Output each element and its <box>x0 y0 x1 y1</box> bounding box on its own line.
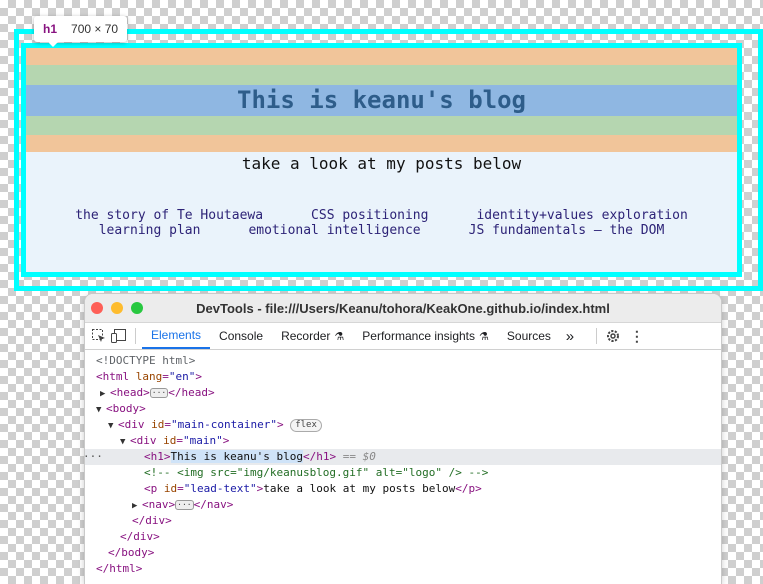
lead-text: take a look at my posts below <box>241 154 522 173</box>
attr-value: "en" <box>168 370 196 383</box>
main-container: This is keanu's blog take a look at my p… <box>21 43 742 277</box>
dom-line[interactable]: <html lang="en"> <box>85 369 721 385</box>
dom-line[interactable]: ▶ <head> ··· </head> <box>85 385 721 401</box>
nav-link[interactable]: emotional intelligence <box>248 223 420 238</box>
tag-text: </nav> <box>193 498 234 511</box>
tag-text: </p> <box>455 482 482 495</box>
device-toolbar-icon[interactable] <box>109 326 129 346</box>
dom-line[interactable]: ▶ <nav> ··· </nav> <box>85 497 721 513</box>
doctype-text: <!DOCTYPE html> <box>96 354 196 367</box>
dom-line[interactable]: </div> <box>85 513 721 529</box>
attr-name: id <box>151 418 165 431</box>
nav-link[interactable]: JS fundamentals – the DOM <box>469 223 665 238</box>
devtools-window: DevTools - file:///Users/Keanu/tohora/Ke… <box>85 294 721 584</box>
comment-text: <!-- <img src="img/keanusblog.gif" alt="… <box>144 466 489 479</box>
tab-recorder[interactable]: Recorder ⚗ <box>272 323 353 349</box>
dom-line[interactable]: <!DOCTYPE html> <box>85 353 721 369</box>
margin-band <box>26 135 737 152</box>
attr-name: id <box>163 434 177 447</box>
expand-triangle-icon[interactable]: ▶ <box>100 386 110 402</box>
tab-elements[interactable]: Elements <box>142 323 211 349</box>
tooltip-tag: h1 <box>43 22 58 36</box>
dom-line-selected[interactable]: ··· <h1>This is keanu's blog</h1> == $0 <box>85 449 721 465</box>
devtools-toolbar: Elements Console Recorder ⚗ Performance i… <box>85 323 721 350</box>
tag-text: </body> <box>108 546 155 559</box>
attr-value: "lead-text" <box>183 482 257 495</box>
tab-performance-insights[interactable]: Performance insights ⚗ <box>353 323 498 349</box>
more-options-icon[interactable]: ⋮ <box>627 326 647 346</box>
dom-line[interactable]: <p id="lead-text">take a look at my post… <box>85 481 721 497</box>
dom-line[interactable]: ▼ <div id="main-container"> flex <box>85 417 721 433</box>
chevron-double-right-icon[interactable]: » <box>560 326 580 346</box>
tooltip-dimensions: 700 × 70 <box>71 22 119 36</box>
tag-text: </div> <box>132 514 172 527</box>
tag-text: <html <box>96 370 130 383</box>
inspect-element-icon[interactable] <box>89 326 109 346</box>
dom-line[interactable]: </html> <box>85 561 721 577</box>
padding-band <box>26 116 737 135</box>
devtools-titlebar: DevTools - file:///Users/Keanu/tohora/Ke… <box>85 294 721 323</box>
tab-label: Performance insights <box>362 329 476 343</box>
ellipsis-badge[interactable]: ··· <box>175 500 194 510</box>
dom-line[interactable]: ▼ <body> <box>85 401 721 417</box>
tag-text: </html> <box>96 562 143 575</box>
collapse-triangle-icon[interactable]: ▼ <box>96 402 106 418</box>
window-title: DevTools - file:///Users/Keanu/tohora/Ke… <box>196 300 610 316</box>
expand-triangle-icon[interactable]: ▶ <box>132 498 142 514</box>
minimize-window-button[interactable] <box>111 302 123 314</box>
maximize-window-button[interactable] <box>131 302 143 314</box>
nav-link[interactable]: identity+values exploration <box>476 208 687 223</box>
tag-text: </head> <box>168 386 215 399</box>
tab-label: Recorder <box>281 329 331 343</box>
collapse-triangle-icon[interactable]: ▼ <box>108 418 118 434</box>
toolbar-divider <box>135 328 136 344</box>
page-heading: This is keanu's blog <box>237 86 526 114</box>
node-text: take a look at my posts below <box>263 482 456 495</box>
nav-link[interactable]: CSS positioning <box>311 208 428 223</box>
dom-line[interactable]: </div> <box>85 529 721 545</box>
selected-marker: == $0 <box>342 450 376 463</box>
tag-text: <div <box>118 418 145 431</box>
inspect-tooltip: h1 700 × 70 <box>34 16 128 42</box>
blog-nav: the story of Te Houtaewa CSS positioning… <box>26 208 737 238</box>
collapse-triangle-icon[interactable]: ▼ <box>120 434 130 450</box>
padding-band <box>26 65 737 85</box>
dom-line[interactable]: ▼ <div id="main"> <box>85 433 721 449</box>
tag-text: </div> <box>120 530 160 543</box>
tag-text: <head> <box>110 386 150 399</box>
attr-name: id <box>163 482 178 495</box>
gear-icon[interactable] <box>603 326 623 346</box>
ellipsis-badge[interactable]: ··· <box>149 388 169 398</box>
nav-row: the story of Te Houtaewa CSS positioning… <box>26 208 737 223</box>
node-text: This is keanu's blog <box>170 450 303 463</box>
dom-line[interactable]: </body> <box>85 545 721 561</box>
row-actions-dots[interactable]: ··· <box>85 449 103 465</box>
nav-row: learning plan emotional intelligence JS … <box>26 223 737 238</box>
tag-text: <body> <box>106 402 146 415</box>
flex-badge[interactable]: flex <box>290 418 322 432</box>
attr-name: lang <box>135 370 163 383</box>
attr-value: "main" <box>183 434 223 447</box>
margin-band <box>26 48 737 65</box>
toolbar-divider <box>595 328 597 344</box>
page-heading-highlight: This is keanu's blog <box>26 48 737 152</box>
tag-text: <h1> <box>144 450 171 463</box>
flask-icon: ⚗ <box>334 330 345 343</box>
tag-text: <p <box>144 482 158 495</box>
tag-text: <nav> <box>142 498 176 511</box>
attr-value: "main-container" <box>171 418 277 431</box>
dom-line[interactable]: <!-- <img src="img/keanusblog.gif" alt="… <box>85 465 721 481</box>
tag-text: <div <box>130 434 157 447</box>
nav-link[interactable]: learning plan <box>99 223 201 238</box>
tab-sources[interactable]: Sources <box>498 323 560 349</box>
dom-tree: <!DOCTYPE html> <html lang="en"> ▶ <head>… <box>85 350 721 577</box>
flask-icon: ⚗ <box>479 330 489 343</box>
nav-link[interactable]: the story of Te Houtaewa <box>75 208 263 223</box>
close-window-button[interactable] <box>91 302 103 314</box>
tag-text: </h1> <box>302 450 337 463</box>
tooltip-arrow <box>47 41 59 47</box>
tab-console[interactable]: Console <box>210 323 272 349</box>
